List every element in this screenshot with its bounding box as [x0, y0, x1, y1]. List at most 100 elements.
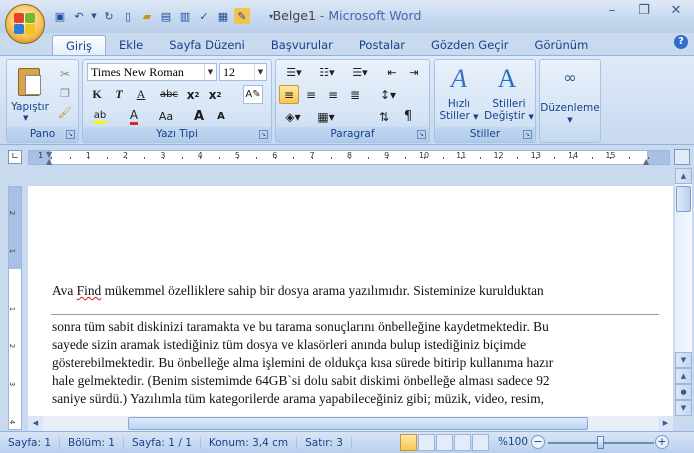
subscript-button[interactable]: x2: [183, 85, 203, 104]
change-styles-icon[interactable]: A: [489, 64, 525, 94]
align-center-icon[interactable]: ≡: [301, 85, 321, 104]
dialog-launcher-icon[interactable]: ↘: [66, 130, 75, 139]
change-case-button[interactable]: Aa: [153, 107, 179, 126]
office-button[interactable]: [5, 4, 45, 44]
show-formatting-icon[interactable]: ¶: [398, 107, 418, 126]
restore-icon[interactable]: ❐: [634, 3, 654, 18]
editing-group[interactable]: ∞ Düzenleme ▼: [539, 59, 601, 143]
cut-icon[interactable]: ✂: [57, 66, 73, 82]
app-name: Microsoft Word: [328, 8, 422, 23]
body-text-line[interactable]: sonra tüm sabit diskinizi taramakta ve b…: [52, 319, 549, 335]
shading-icon[interactable]: ◈▾: [279, 107, 307, 126]
shrink-font-button[interactable]: A: [211, 107, 231, 126]
previous-page-icon[interactable]: ▲: [675, 368, 692, 384]
body-text-line[interactable]: hale gelmektedir. (Benim sistemimde 64GB…: [52, 373, 550, 389]
vertical-ruler[interactable]: 2 1 1 2 3 4: [8, 186, 22, 430]
justify-icon[interactable]: ≣: [345, 85, 365, 104]
font-color-icon[interactable]: A: [123, 107, 145, 126]
body-text-line[interactable]: sayede sizin aramak istediğiniz tüm dosy…: [52, 337, 526, 353]
ruler-tick-mark: [517, 157, 519, 159]
clear-formatting-icon[interactable]: A✎: [243, 85, 263, 104]
bold-button[interactable]: K: [87, 85, 107, 104]
numbering-icon[interactable]: ☷▾: [312, 63, 342, 82]
grow-font-button[interactable]: A: [189, 107, 209, 126]
scroll-up-icon[interactable]: ▲: [675, 168, 692, 184]
paste-dropdown-icon[interactable]: ▼: [23, 114, 28, 122]
misspelled-word[interactable]: Find: [77, 283, 102, 298]
bullets-icon[interactable]: ☰▾: [279, 63, 309, 82]
tab-gozden-gecir[interactable]: Gözden Geçir: [418, 35, 522, 55]
tab-basvurular[interactable]: Başvurular: [258, 35, 346, 55]
scroll-left-icon[interactable]: ◀: [28, 416, 43, 431]
print-layout-icon[interactable]: [400, 434, 417, 451]
close-icon[interactable]: ✕: [666, 3, 686, 18]
vertical-scroll-thumb[interactable]: [676, 186, 691, 212]
binoculars-icon: ∞: [563, 67, 577, 87]
format-painter-icon[interactable]: 🖌: [57, 104, 73, 120]
status-page-count[interactable]: Sayfa: 1 / 1: [124, 436, 201, 449]
dialog-launcher-icon[interactable]: ↘: [259, 130, 268, 139]
dialog-launcher-icon[interactable]: ↘: [523, 130, 532, 139]
outline-icon[interactable]: [454, 434, 471, 451]
status-section[interactable]: Bölüm: 1: [60, 436, 124, 449]
ribbon-tabs: Giriş Ekle Sayfa Düzeni Başvurular Posta…: [0, 33, 694, 55]
header-text-line[interactable]: Ava Find mükemmel özelliklere sahip bir …: [52, 283, 544, 299]
office-logo-icon: [14, 13, 36, 35]
body-text-line[interactable]: gösterebilmektedir. Bu önbelleğe alma iş…: [52, 355, 553, 371]
tab-ekle[interactable]: Ekle: [106, 35, 156, 55]
quick-styles-icon[interactable]: A: [441, 64, 477, 94]
font-size-box[interactable]: 12 ▼: [219, 63, 267, 81]
draft-icon[interactable]: [472, 434, 489, 451]
status-position[interactable]: Konum: 3,4 cm: [201, 436, 298, 449]
tab-gorunum[interactable]: Görünüm: [522, 35, 602, 55]
multilevel-list-icon[interactable]: ☰▾: [345, 63, 375, 82]
minimize-icon[interactable]: –: [602, 3, 622, 18]
paste-button[interactable]: Yapıştır: [9, 101, 51, 113]
strikethrough-button[interactable]: abc: [159, 85, 179, 104]
underline-button[interactable]: A: [131, 85, 151, 104]
copy-icon[interactable]: ❐: [57, 85, 73, 101]
increase-indent-icon[interactable]: ⇥: [404, 63, 424, 82]
tab-giris[interactable]: Giriş: [52, 35, 107, 55]
zoom-slider-thumb[interactable]: [597, 436, 604, 449]
italic-button[interactable]: T: [109, 85, 129, 104]
paste-icon[interactable]: [11, 64, 47, 100]
change-styles-button[interactable]: Stilleri Değiştir ▼: [483, 98, 535, 123]
view-buttons: [400, 434, 489, 451]
next-page-icon[interactable]: ▼: [675, 400, 692, 416]
chevron-down-icon[interactable]: ▼: [254, 64, 266, 80]
horizontal-scrollbar[interactable]: ◀ ▶: [28, 416, 673, 431]
help-icon[interactable]: ?: [674, 35, 688, 49]
horizontal-ruler[interactable]: ▼ ▲ ▲ 1 1 2 3 4 5 6 7 8 9 10 11 12 13 14 15: [28, 150, 670, 166]
status-line[interactable]: Satır: 3: [297, 436, 352, 449]
status-page[interactable]: Sayfa: 1: [0, 436, 60, 449]
font-name-box[interactable]: Times New Roman ▼: [87, 63, 217, 81]
vertical-scrollbar[interactable]: ▲ ▼ ▲ ● ▼: [675, 168, 692, 416]
align-left-icon[interactable]: ≡: [279, 85, 299, 104]
tab-selector-icon[interactable]: ∟: [8, 150, 22, 164]
web-layout-icon[interactable]: [436, 434, 453, 451]
zoom-in-icon[interactable]: +: [655, 435, 669, 449]
chevron-down-icon[interactable]: ▼: [204, 64, 216, 80]
line-spacing-icon[interactable]: ↕▾: [374, 85, 402, 104]
view-ruler-icon[interactable]: [674, 149, 690, 165]
zoom-level[interactable]: %100: [498, 436, 528, 448]
document-page[interactable]: Ava Find mükemmel özelliklere sahip bir …: [28, 186, 673, 431]
tab-sayfa-duzeni[interactable]: Sayfa Düzeni: [156, 35, 258, 55]
quick-styles-button[interactable]: Hızlı Stiller ▼: [437, 98, 481, 123]
scroll-right-icon[interactable]: ▶: [658, 416, 673, 431]
sort-icon[interactable]: ⇅: [374, 107, 394, 126]
horizontal-scroll-thumb[interactable]: [128, 417, 588, 430]
body-text-line[interactable]: saniye sürdü.) Yazılımla tüm kategoriler…: [52, 391, 544, 407]
tab-postalar[interactable]: Postalar: [346, 35, 418, 55]
zoom-out-icon[interactable]: −: [531, 435, 545, 449]
decrease-indent-icon[interactable]: ⇤: [382, 63, 402, 82]
full-screen-reading-icon[interactable]: [418, 434, 435, 451]
dialog-launcher-icon[interactable]: ↘: [417, 130, 426, 139]
select-browse-object-icon[interactable]: ●: [675, 384, 692, 400]
borders-icon[interactable]: ▦▾: [312, 107, 340, 126]
align-right-icon[interactable]: ≡: [323, 85, 343, 104]
scroll-down-icon[interactable]: ▼: [675, 352, 692, 368]
superscript-button[interactable]: x2: [205, 85, 225, 104]
highlight-icon[interactable]: ab: [87, 107, 113, 126]
